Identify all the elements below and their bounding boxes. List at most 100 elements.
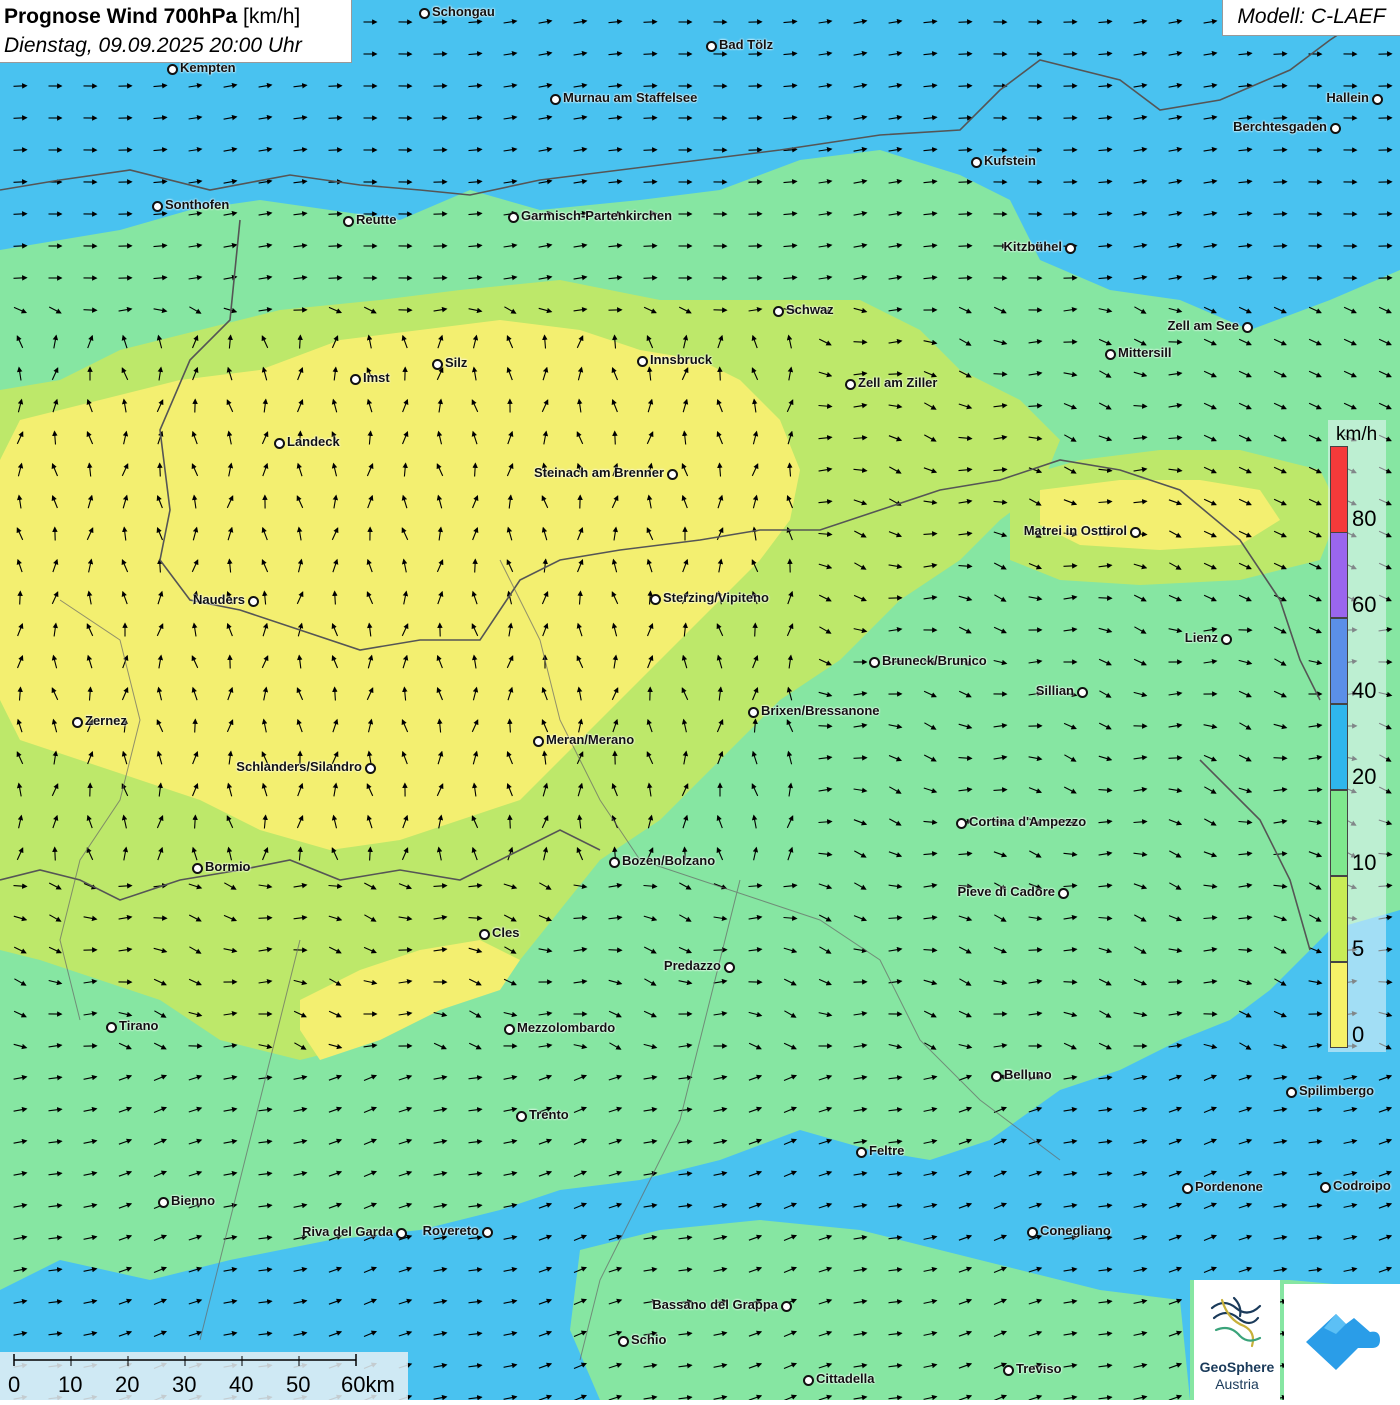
geosphere-name: GeoSphere <box>1194 1359 1280 1375</box>
wind-arrow <box>14 118 27 119</box>
city-marker <box>637 356 648 367</box>
legend-color-segment <box>1330 876 1348 962</box>
city-label: Zell am Ziller <box>858 375 937 390</box>
city-marker <box>533 736 544 747</box>
wind-arrow <box>14 86 27 87</box>
city-marker <box>1286 1087 1297 1098</box>
city-marker <box>1221 634 1232 645</box>
city-marker <box>158 1197 169 1208</box>
city-label: Conegliano <box>1040 1223 1111 1238</box>
geosphere-country: Austria <box>1194 1376 1280 1392</box>
wind-arrow <box>959 86 972 87</box>
wind-arrow <box>720 368 721 381</box>
weather-app-logo[interactable] <box>1284 1284 1400 1400</box>
city-marker <box>508 212 519 223</box>
city-label: Belluno <box>1004 1067 1052 1082</box>
wind-arrow <box>475 560 476 573</box>
wind-arrow <box>195 720 196 733</box>
wind-arrow <box>154 918 167 919</box>
city-label: Sonthofen <box>165 197 229 212</box>
wind-arrow <box>994 374 1007 375</box>
city-label: Brixen/Bressanone <box>761 703 880 718</box>
wind-arrow <box>644 246 657 247</box>
wind-arrow <box>1064 982 1077 983</box>
city-marker <box>365 763 376 774</box>
wind-arrow <box>959 54 972 55</box>
wind-arrow <box>1099 598 1112 599</box>
legend-color-segment <box>1330 446 1348 533</box>
city-label: Treviso <box>1016 1361 1062 1376</box>
city-label: Spilimbergo <box>1299 1083 1374 1098</box>
city-marker <box>1065 243 1076 254</box>
city-label: Berchtesgaden <box>1233 119 1327 134</box>
wind-arrow <box>1274 214 1287 215</box>
legend: km/h 806040201050 <box>1328 420 1386 1052</box>
city-marker <box>1027 1227 1038 1238</box>
city-label: Innsbruck <box>650 352 712 367</box>
city-label: Rovereto <box>423 1223 479 1238</box>
city-marker <box>650 594 661 605</box>
city-marker <box>856 1147 867 1158</box>
city-marker <box>1105 349 1116 360</box>
legend-tick-label: 20 <box>1352 764 1376 790</box>
city-marker <box>609 857 620 868</box>
legend-color-segment <box>1330 962 1348 1048</box>
city-label: Cortina d'Ampezzo <box>969 814 1086 829</box>
wind-arrow <box>644 182 657 183</box>
scale-label-20: 20 <box>115 1372 139 1398</box>
wind-arrow <box>854 342 867 343</box>
city-label: Riva del Garda <box>302 1224 393 1239</box>
wind-arrow <box>259 918 272 919</box>
wind-arrow <box>854 758 867 759</box>
city-label: Murnau am Staffelsee <box>563 90 697 105</box>
legend-tick-label: 60 <box>1352 592 1376 618</box>
wind-arrow <box>1274 150 1287 151</box>
city-label: Schongau <box>432 4 495 19</box>
city-marker <box>419 8 430 19</box>
wind-arrow <box>644 22 657 23</box>
city-label: Hallein <box>1326 90 1369 105</box>
city-label: Kitzbühel <box>1004 239 1063 254</box>
city-marker <box>432 359 443 370</box>
wind-arrow <box>755 624 756 637</box>
city-label: Garmisch-Partenkirchen <box>521 208 672 223</box>
city-marker <box>956 818 967 829</box>
city-label: Steinach am Brenner <box>534 465 664 480</box>
wind-zone-yellow-3 <box>1040 480 1280 550</box>
city-label: Bozen/Bolzano <box>622 853 715 868</box>
scale-label-0: 0 <box>8 1372 20 1398</box>
city-label: Bormio <box>205 859 251 874</box>
wind-arrow <box>1274 278 1287 279</box>
wind-arrow <box>329 86 342 87</box>
wind-arrow <box>84 310 97 311</box>
city-label: Silz <box>445 355 467 370</box>
city-marker <box>781 1301 792 1312</box>
wind-arrow <box>819 726 832 727</box>
geosphere-logo[interactable]: GeoSphere Austria <box>1194 1280 1280 1400</box>
city-marker <box>482 1227 493 1238</box>
wind-arrow <box>14 182 27 183</box>
wind-arrow <box>644 278 657 279</box>
city-marker <box>550 94 561 105</box>
wind-arrow <box>329 214 342 215</box>
wind-arrow <box>714 950 727 951</box>
city-marker <box>748 707 759 718</box>
city-label: Landeck <box>287 434 340 449</box>
city-marker <box>845 379 856 390</box>
legend-tick-label: 40 <box>1352 678 1376 704</box>
wind-arrow <box>644 86 657 87</box>
wind-arrow <box>14 214 27 215</box>
city-marker <box>152 201 163 212</box>
city-marker <box>667 469 678 480</box>
city-label: Pordenone <box>1195 1179 1263 1194</box>
scale-label-40: 40 <box>229 1372 253 1398</box>
wind-arrow <box>1274 758 1287 759</box>
wind-arrow <box>1274 182 1287 183</box>
scale-bar: 0 10 20 30 40 50 60km <box>0 1352 408 1400</box>
city-label: Sterzing/Vipiteno <box>663 590 769 605</box>
wind-arrow <box>14 246 27 247</box>
city-marker <box>773 306 784 317</box>
wind-arrow <box>14 150 27 151</box>
city-marker <box>1372 94 1383 105</box>
wind-arrow <box>959 182 972 183</box>
